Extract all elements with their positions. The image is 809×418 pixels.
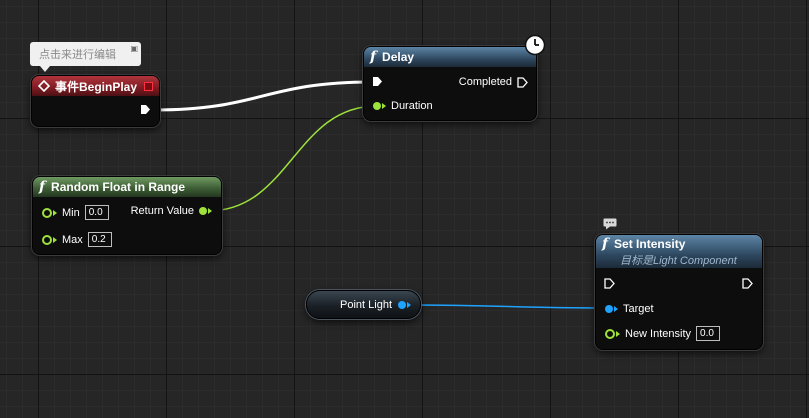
event-diamond-icon <box>38 80 50 92</box>
object-wire-pointlight-to-target[interactable] <box>406 304 606 309</box>
random-float-node[interactable]: f Random Float in Range Min 0.0 Max 0.2 … <box>32 176 222 255</box>
float-pin-icon <box>373 102 381 110</box>
point-light-variable-node[interactable]: Point Light <box>306 290 421 319</box>
set-intensity-title: Set Intensity <box>614 236 686 251</box>
pin-comment-icon[interactable]: ▣ <box>130 44 138 53</box>
pin-arrow-icon <box>407 301 411 308</box>
set-intensity-exec-out[interactable] <box>742 278 753 289</box>
set-intensity-header: f Set Intensity 目标是Light Component <box>596 235 762 268</box>
beginplay-exec-out[interactable] <box>140 104 151 115</box>
delay-header: f Delay <box>364 47 536 67</box>
set-intensity-target-in[interactable]: Target <box>605 303 659 315</box>
function-f-icon: f <box>602 235 609 252</box>
min-value-field[interactable]: 0.0 <box>84 205 109 220</box>
point-light-label: Point Light <box>340 298 392 311</box>
exec-pin-icon <box>742 278 753 289</box>
delay-duration-in[interactable]: Duration <box>373 100 438 112</box>
function-f-icon: f <box>370 49 377 65</box>
exec-wire-beginplay-to-delay[interactable] <box>154 80 373 112</box>
set-intensity-new-intensity-label: New Intensity <box>625 327 692 340</box>
event-beginplay-title: 事件BeginPlay <box>55 79 138 94</box>
comment-icon[interactable] <box>603 218 617 230</box>
pin-arrow-icon <box>53 209 57 216</box>
pin-arrow-icon <box>616 330 620 337</box>
object-pin-icon[interactable] <box>398 300 406 309</box>
random-float-return-label: Return Value <box>130 205 194 217</box>
exec-pin-icon <box>373 77 382 86</box>
event-beginplay-header: 事件BeginPlay <box>32 76 159 96</box>
float-pin-icon <box>199 207 207 215</box>
exec-pin-icon <box>604 278 615 289</box>
function-f-icon: f <box>39 179 46 195</box>
pin-arrow-icon <box>614 306 618 312</box>
exec-pin-icon <box>141 105 150 114</box>
random-float-max-in[interactable]: Max 0.2 <box>42 232 112 247</box>
float-wire-random-to-duration[interactable] <box>207 105 378 212</box>
pin-arrow-icon <box>208 208 212 214</box>
new-intensity-value-field[interactable]: 0.0 <box>696 326 721 341</box>
random-float-title: Random Float in Range <box>51 180 186 194</box>
float-pin-icon <box>42 207 52 218</box>
delay-exec-in[interactable] <box>372 76 383 87</box>
clock-icon <box>524 34 546 56</box>
event-replicated-icon <box>144 81 153 91</box>
float-pin-icon <box>42 234 52 245</box>
set-intensity-new-intensity-in[interactable]: New Intensity 0.0 <box>605 326 721 341</box>
comment-bubble-text: 点击来进行编辑 <box>39 49 116 61</box>
exec-pin-icon <box>517 76 528 88</box>
delay-node[interactable]: f Delay Completed Duration <box>363 46 537 121</box>
delay-completed-label: Completed <box>458 76 512 88</box>
comment-bubble[interactable]: 点击来进行编辑 ▣ <box>30 42 141 72</box>
object-pin-icon <box>605 305 613 313</box>
random-float-min-label: Min <box>62 206 80 219</box>
set-intensity-subtitle: 目标是Light Component <box>620 254 737 267</box>
max-value-field[interactable]: 0.2 <box>87 232 112 247</box>
random-float-return-out[interactable]: Return Value <box>126 205 212 217</box>
delay-duration-label: Duration <box>391 100 433 112</box>
set-intensity-node[interactable]: f Set Intensity 目标是Light Component Targe… <box>595 234 763 350</box>
random-float-max-label: Max <box>62 233 83 246</box>
set-intensity-target-label: Target <box>623 303 654 315</box>
float-pin-icon <box>605 328 615 339</box>
pin-arrow-icon <box>382 103 386 109</box>
random-float-header: f Random Float in Range <box>33 177 221 197</box>
set-intensity-exec-in[interactable] <box>604 278 615 289</box>
event-beginplay-node[interactable]: 事件BeginPlay <box>31 75 160 127</box>
pin-arrow-icon <box>53 236 57 243</box>
random-float-min-in[interactable]: Min 0.0 <box>42 205 109 220</box>
delay-completed-out[interactable]: Completed <box>454 76 528 88</box>
delay-title: Delay <box>382 50 415 64</box>
